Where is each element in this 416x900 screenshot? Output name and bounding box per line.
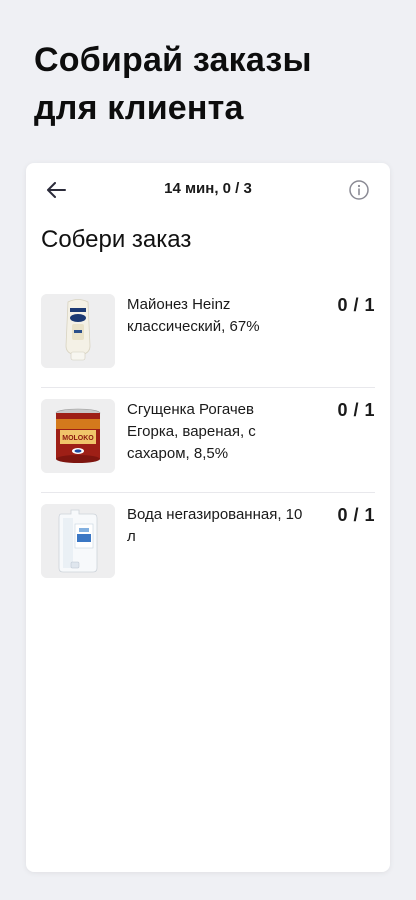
item-count: 0 / 1: [337, 400, 375, 420]
product-image-mayonnaise: [41, 294, 115, 368]
info-icon: [349, 180, 369, 200]
info-button[interactable]: [348, 179, 370, 201]
timer-progress: 14 мин, 0 / 3: [164, 180, 252, 197]
hero-title-line-1: Собирай заказы: [34, 41, 312, 79]
list-item[interactable]: MOLOKO Сгущенка Рогачев Егорка, вареная,…: [41, 388, 375, 493]
item-count: 0 / 1: [337, 505, 375, 525]
product-image-condensed-milk: MOLOKO: [41, 399, 115, 473]
order-card: 14 мин, 0 / 3 Собери заказ Майонез Heinz…: [26, 163, 390, 872]
item-name: Сгущенка Рогачев Егорка, вареная, с саха…: [127, 401, 256, 462]
order-title: Собери заказ: [41, 226, 192, 253]
hero-title: Собирай заказы для клиента: [34, 36, 394, 132]
list-item[interactable]: Вода негазированная, 10 л 0 / 1: [41, 493, 375, 597]
list-item[interactable]: Майонез Heinz классический, 67% 0 / 1: [41, 283, 375, 388]
order-header: 14 мин, 0 / 3: [26, 163, 390, 217]
order-items-list: Майонез Heinz классический, 67% 0 / 1 MO…: [41, 283, 375, 597]
item-count: 0 / 1: [337, 295, 375, 315]
hero-title-line-2: для клиента: [34, 89, 244, 127]
arrow-left-icon: [47, 182, 66, 198]
svg-text:MOLOKO: MOLOKO: [62, 435, 94, 442]
item-name: Вода негазированная, 10 л: [127, 506, 303, 545]
product-image-water: [41, 504, 115, 578]
back-button[interactable]: [42, 178, 70, 202]
item-name: Майонез Heinz классический, 67%: [127, 296, 260, 335]
